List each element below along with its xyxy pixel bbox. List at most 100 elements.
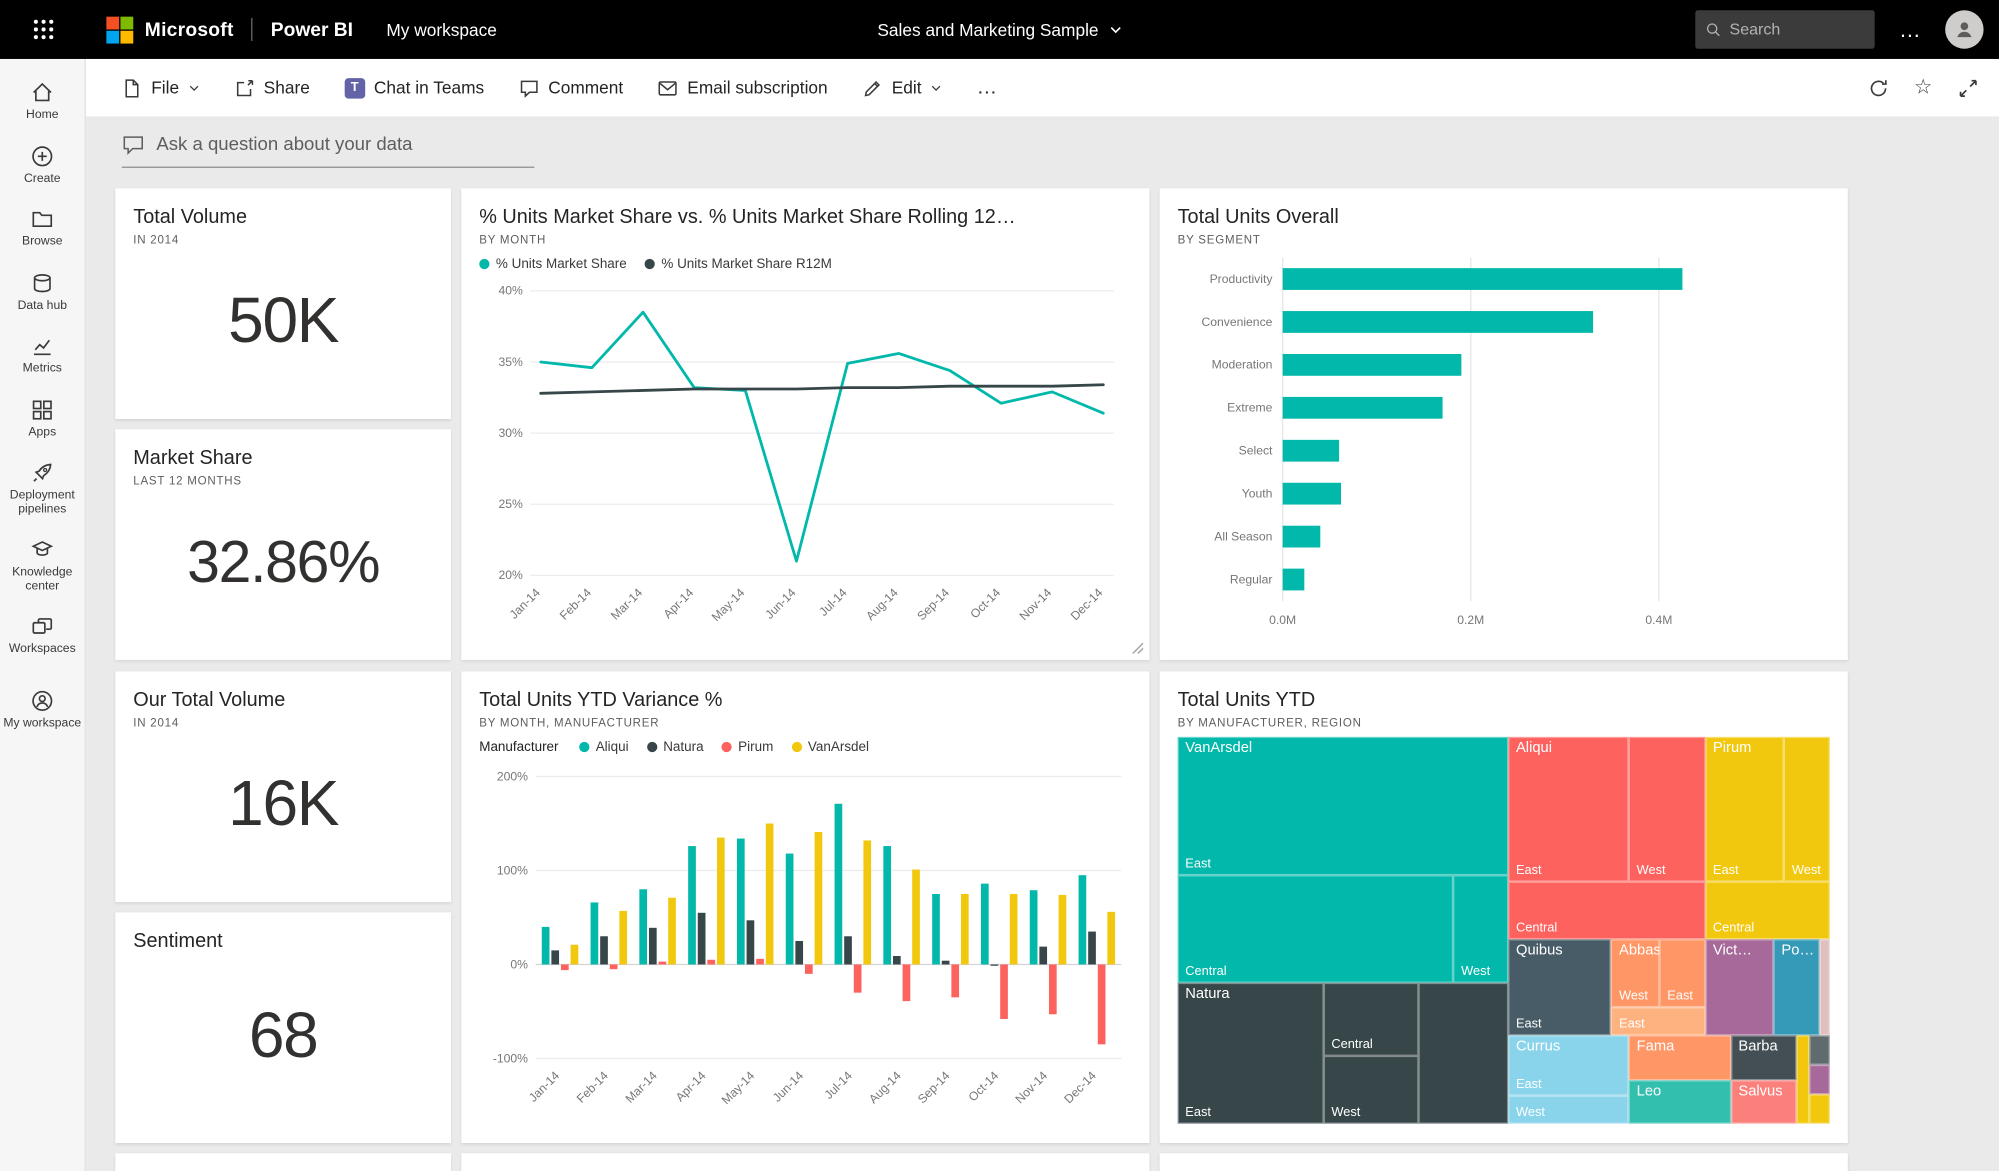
microsoft-logo[interactable]: Microsoft [106, 16, 233, 43]
tile-partial[interactable] [1159, 1153, 1848, 1171]
treemap-region-label: East [1619, 1017, 1645, 1032]
sidebar-item-metrics[interactable]: Metrics [0, 323, 85, 386]
tile-subtitle: IN 2014 [133, 716, 180, 730]
favorite-button[interactable]: ☆ [1914, 77, 1932, 99]
treemap-cell-leo[interactable]: Leo [1628, 1080, 1731, 1124]
app-launcher-button[interactable] [0, 0, 86, 59]
treemap-cell[interactable]: West [1508, 1095, 1629, 1124]
treemap-cell[interactable]: Central [1323, 983, 1419, 1056]
units-ytd-treemap[interactable]: VanArsdel East Central West Natura East Centra… [1177, 736, 1830, 1124]
treemap-cell[interactable] [1808, 1064, 1830, 1094]
tile-subtitle: LAST 12 MONTHS [133, 474, 242, 487]
treemap-cell-quibus[interactable]: Quibus East [1508, 939, 1612, 1036]
tile-total-volume[interactable]: Total Volume IN 2014 50K [115, 188, 452, 420]
tile-title: Total Units YTD [1177, 689, 1316, 712]
sidebar-item-label: My workspace [3, 715, 82, 730]
treemap-cell-vict[interactable]: Vict… [1705, 939, 1774, 1036]
treemap-region-label: East [1515, 863, 1542, 878]
workspace-name[interactable]: My workspace [386, 20, 497, 39]
treemap-cell[interactable] [1808, 1035, 1830, 1065]
resize-handle-icon[interactable] [1131, 642, 1144, 655]
sidebar-item-workspaces[interactable]: Workspaces [0, 604, 85, 667]
topbar-more-button[interactable]: … [1893, 19, 1928, 41]
account-avatar[interactable] [1945, 10, 1984, 49]
treemap-manufacturer-label: Barba [1738, 1038, 1778, 1055]
treemap-manufacturer-label: VanArsdel [1185, 740, 1253, 757]
refresh-button[interactable] [1868, 78, 1889, 99]
svg-text:Extreme: Extreme [1227, 401, 1272, 415]
edit-button[interactable]: Edit [862, 78, 942, 99]
treemap-cell[interactable] [1796, 1035, 1809, 1124]
units-overall-bar-chart[interactable]: 0.0M 0.2M 0.4M Productivity Convenience Moder… [1178, 250, 1830, 634]
treemap-cell-pirum[interactable]: Pirum East [1705, 736, 1785, 882]
treemap-cell-vanarsdel[interactable]: VanArsdel East [1177, 736, 1509, 875]
treemap-cell[interactable]: West [1628, 736, 1706, 882]
tile-units-ytd-treemap[interactable]: Total Units YTD BY MANUFACTURER, REGION … [1159, 671, 1848, 1144]
file-menu-button[interactable]: File [122, 78, 200, 99]
chevron-down-icon [931, 85, 941, 91]
tile-our-total-volume[interactable]: Our Total Volume IN 2014 16K [115, 671, 452, 903]
email-subscription-button[interactable]: Email subscription [658, 78, 828, 99]
treemap-cell-po[interactable]: Po… [1773, 939, 1820, 1036]
sidebar-item-apps[interactable]: Apps [0, 386, 85, 449]
tile-market-share-line-chart[interactable]: % Units Market Share vs. % Units Market … [461, 188, 1150, 660]
treemap-cell[interactable]: West [1784, 736, 1830, 882]
legend-title: Manufacturer [479, 739, 559, 755]
share-button[interactable]: Share [234, 78, 310, 99]
sidebar-item-create[interactable]: Create [0, 133, 85, 196]
treemap-region-label: Central [1515, 921, 1558, 936]
svg-text:Select: Select [1239, 444, 1273, 458]
sidebar-item-data-hub[interactable]: Data hub [0, 259, 85, 322]
treemap-cell-salvus[interactable]: Salvus [1730, 1080, 1797, 1124]
qna-placeholder: Ask a question about your data [156, 134, 413, 156]
search-input[interactable] [1729, 20, 1865, 39]
tile-partial[interactable] [461, 1153, 1150, 1171]
treemap-cell[interactable]: Central [1705, 881, 1830, 940]
sidebar-item-browse[interactable]: Browse [0, 196, 85, 259]
tile-sentiment[interactable]: Sentiment 68 [115, 912, 452, 1144]
treemap-cell[interactable] [1808, 1093, 1830, 1124]
qna-input[interactable]: Ask a question about your data [121, 133, 535, 168]
treemap-region-label: Central [1712, 921, 1755, 936]
sidebar-item-label: Deployment pipelines [9, 488, 75, 516]
treemap-cell-barba[interactable]: Barba [1730, 1035, 1797, 1081]
treemap-cell-abbas[interactable]: Abbas West [1611, 939, 1660, 1008]
legend-item: Natura [646, 739, 704, 755]
comment-button[interactable]: Comment [519, 78, 623, 99]
tile-partial[interactable] [115, 1153, 452, 1171]
sidebar-item-deployment-pipelines[interactable]: Deployment pipelines [0, 450, 85, 527]
report-title-dropdown[interactable]: Sales and Marketing Sample [877, 20, 1121, 39]
search-box[interactable] [1695, 10, 1875, 49]
file-icon [125, 78, 139, 97]
treemap-cell[interactable]: East [1611, 1007, 1706, 1036]
treemap-cell[interactable]: Central [1177, 874, 1454, 984]
sidebar-item-my-workspace[interactable]: My workspace [0, 677, 85, 740]
treemap-cell-currus[interactable]: Currus East [1508, 1035, 1629, 1096]
fullscreen-button[interactable] [1958, 78, 1979, 99]
treemap-cell[interactable]: East [1659, 939, 1706, 1008]
toolbar-more-button[interactable]: … [977, 76, 999, 99]
treemap-cell[interactable] [1819, 939, 1830, 1036]
market-share-line-chart[interactable]: 40% 35% 30% 25% 20% Jan-14 Feb-14 Mar-14 Apr-14 M… [479, 278, 1131, 637]
tile-units-overall-bar-chart[interactable]: Total Units Overall BY SEGMENT 0.0M 0.2M 0… [1159, 188, 1848, 660]
product-name[interactable]: Power BI [271, 19, 353, 41]
treemap-cell[interactable]: West [1453, 874, 1509, 984]
treemap-cell[interactable]: West [1323, 1055, 1419, 1124]
treemap-cell-natura[interactable]: Natura East [1177, 983, 1324, 1124]
report-title: Sales and Marketing Sample [877, 19, 1099, 40]
treemap-cell[interactable]: Central [1508, 881, 1706, 940]
chat-in-teams-button[interactable]: T Chat in Teams [344, 77, 484, 99]
treemap-region-label: East [1185, 856, 1211, 871]
tile-market-share[interactable]: Market Share LAST 12 MONTHS 32.86% [115, 429, 452, 660]
treemap-cell[interactable] [1418, 983, 1509, 1124]
treemap-cell-fama[interactable]: Fama [1628, 1035, 1731, 1081]
workspaces-icon [32, 618, 53, 634]
sidebar-item-home[interactable]: Home [0, 69, 85, 132]
tile-ytd-variance-bar-chart[interactable]: Total Units YTD Variance % BY MONTH, MAN… [461, 671, 1150, 1144]
treemap-region-label: West [1791, 863, 1821, 878]
email-subscription-label: Email subscription [687, 78, 828, 98]
treemap-cell-aliqui[interactable]: Aliqui East [1508, 736, 1629, 882]
pencil-icon [864, 80, 880, 96]
sidebar-item-knowledge-center[interactable]: Knowledge center [0, 527, 85, 604]
ytd-variance-bar-chart[interactable]: 200% 100% 0% -100% Jan-14 Feb-14 Mar-14 Apr-14 M… [479, 761, 1131, 1120]
